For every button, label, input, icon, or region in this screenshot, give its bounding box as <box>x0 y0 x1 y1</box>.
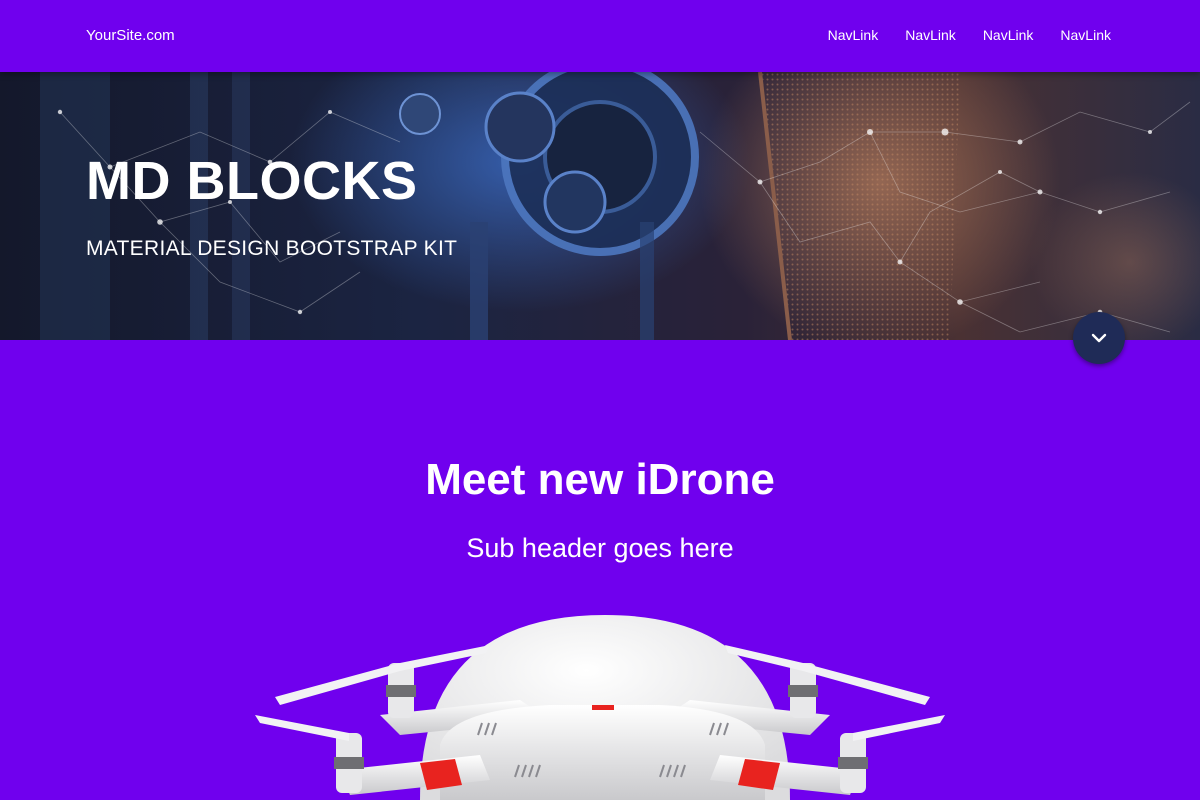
product-subtitle: Sub header goes here <box>466 533 734 563</box>
nav-link-4[interactable]: NavLink <box>1060 27 1111 43</box>
hero-title: MD BLOCKS <box>86 151 418 211</box>
nav-link-1[interactable]: NavLink <box>828 27 879 43</box>
product-title: Meet new iDrone <box>425 455 775 504</box>
brand-link[interactable]: YourSite.com <box>86 27 175 44</box>
top-navbar: YourSite.com NavLink NavLink NavLink Nav… <box>0 0 1200 72</box>
hero-subtitle: MATERIAL DESIGN BOOTSTRAP KIT <box>86 237 458 260</box>
hero-section: MD BLOCKS MATERIAL DESIGN BOOTSTRAP KIT <box>0 72 1200 340</box>
landing-page: YourSite.com NavLink NavLink NavLink Nav… <box>0 0 1200 800</box>
nav-link-3[interactable]: NavLink <box>983 27 1034 43</box>
nav-link-2[interactable]: NavLink <box>905 27 956 43</box>
scroll-down-button[interactable] <box>1073 312 1125 364</box>
drone-image <box>255 615 945 800</box>
chevron-down-icon <box>1091 333 1107 343</box>
nav-links: NavLink NavLink NavLink NavLink <box>828 27 1111 43</box>
